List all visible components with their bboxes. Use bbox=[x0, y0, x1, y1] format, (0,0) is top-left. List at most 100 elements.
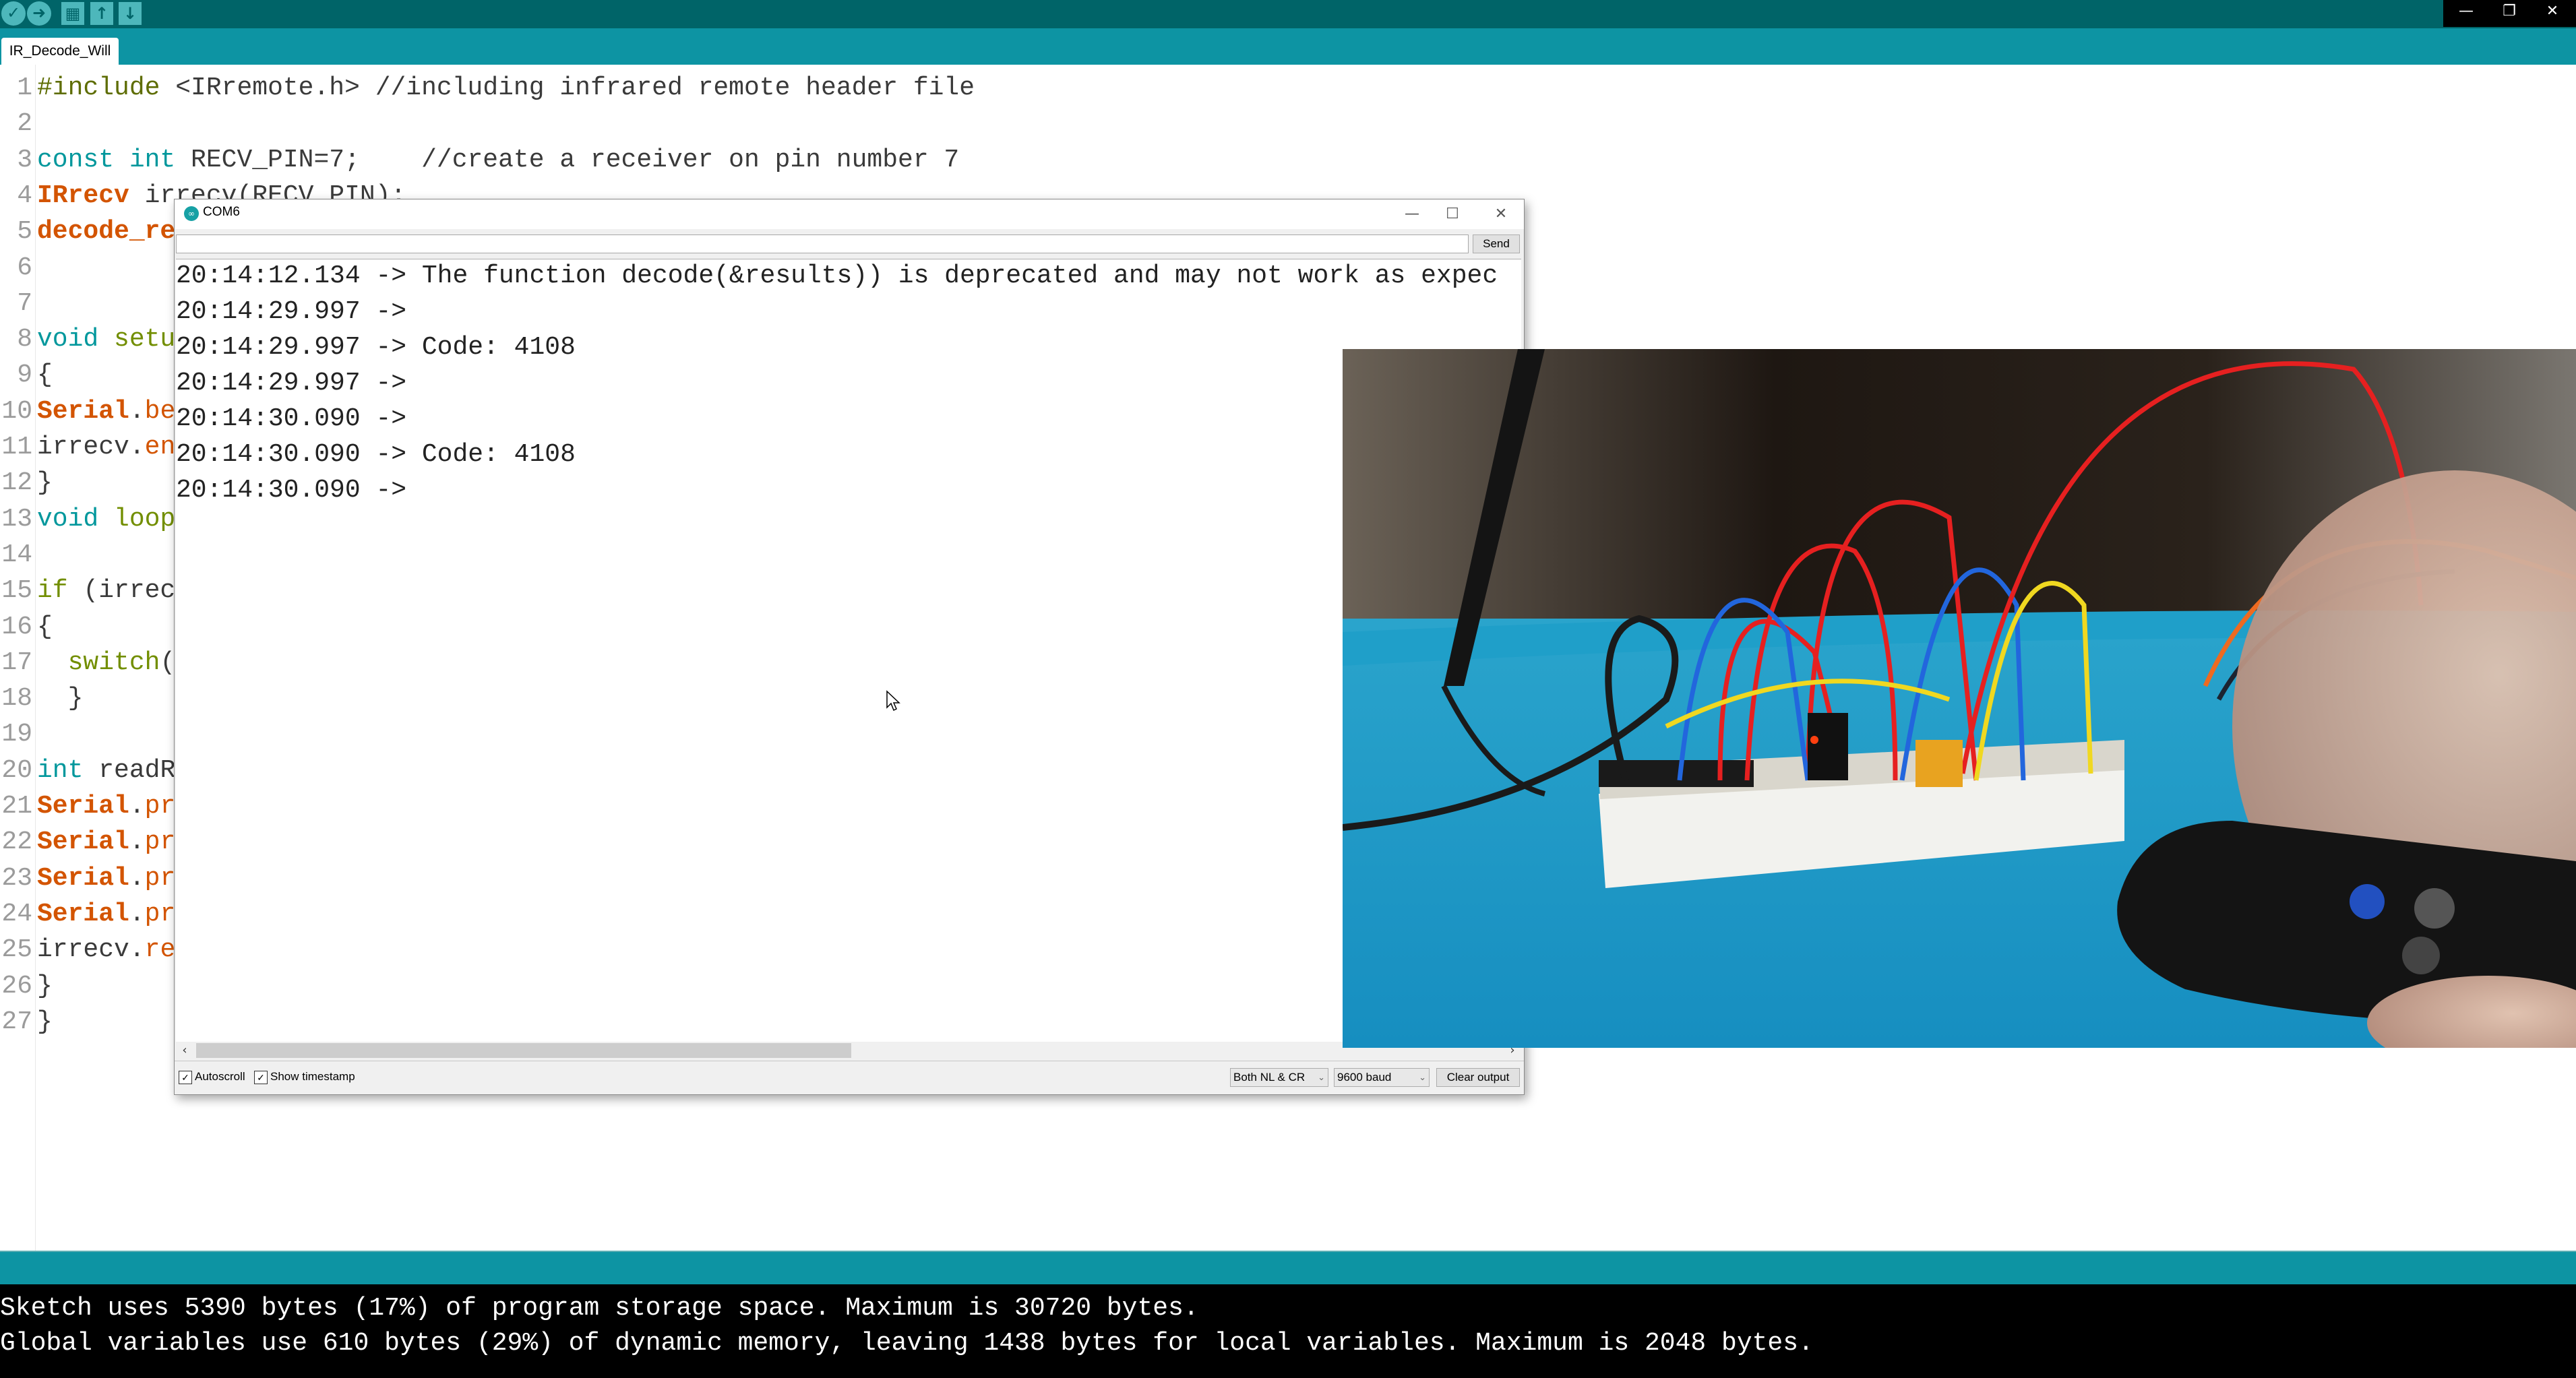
code-token: { bbox=[37, 612, 53, 641]
serial-title-bar[interactable]: ∞ COM6 — ☐ ✕ bbox=[175, 199, 1524, 229]
check-icon: ✓ bbox=[6, 3, 21, 22]
serial-output-line: 20:14:29.997 -> Code: 4108 bbox=[176, 333, 576, 362]
checkmark-icon: ✓ bbox=[254, 1070, 268, 1084]
code-token: RECV_PIN=7; //create a receiver on pin n… bbox=[175, 145, 960, 175]
code-token: irrecv. bbox=[37, 935, 145, 965]
code-token: } bbox=[37, 1007, 53, 1036]
serial-close-button[interactable]: ✕ bbox=[1481, 202, 1521, 226]
code-token: loop bbox=[98, 504, 176, 534]
new-sketch-button[interactable]: ▦ bbox=[61, 2, 84, 25]
code-token: Serial bbox=[37, 792, 129, 821]
line-number: 13 bbox=[1, 504, 32, 534]
code-token: #include bbox=[37, 73, 160, 102]
restore-icon[interactable]: ❐ bbox=[2488, 0, 2531, 27]
serial-minimize-button[interactable]: — bbox=[1392, 202, 1432, 226]
verify-button[interactable]: ✓ bbox=[1, 1, 26, 26]
code-text: Serial.be bbox=[37, 394, 175, 429]
window-controls: — ❐ ✕ bbox=[2443, 0, 2576, 27]
video-overlay-photo bbox=[1343, 349, 2576, 1048]
line-number: 21 bbox=[1, 792, 32, 821]
line-number: 4 bbox=[17, 181, 32, 210]
code-token: void bbox=[37, 325, 99, 354]
open-button[interactable]: ↑ bbox=[90, 2, 113, 25]
code-token: const int bbox=[37, 145, 176, 175]
line-ending-select[interactable]: Both NL & CR ⌄ bbox=[1230, 1068, 1328, 1087]
code-text: } bbox=[37, 1004, 53, 1040]
code-text: decode_re bbox=[37, 214, 175, 249]
maximize-icon: ☐ bbox=[1446, 206, 1459, 222]
upload-button[interactable]: ➜ bbox=[27, 1, 51, 26]
close-icon: ✕ bbox=[1494, 206, 1508, 222]
line-number: 17 bbox=[1, 648, 32, 677]
serial-output-line: 20:14:30.090 -> bbox=[176, 404, 422, 433]
code-token: } bbox=[37, 468, 53, 498]
checkmark-icon: ✓ bbox=[179, 1070, 192, 1084]
serial-output-line: 20:14:29.997 -> bbox=[176, 297, 422, 326]
code-token: ( bbox=[160, 648, 176, 677]
line-number: 6 bbox=[17, 253, 32, 282]
code-token: <IRremote.h> //including infrared remote… bbox=[160, 73, 975, 102]
serial-output: 20:14:12.134 -> The function decode(&res… bbox=[176, 259, 1521, 1042]
code-text: switch( bbox=[37, 645, 176, 681]
tab-ir-decode-will[interactable]: IR_Decode_Will bbox=[1, 38, 119, 65]
line-ending-value: Both NL & CR bbox=[1233, 1071, 1306, 1084]
code-token: pr bbox=[144, 792, 176, 821]
arrow-down-icon: ↓ bbox=[123, 4, 137, 23]
code-token: . bbox=[129, 899, 145, 929]
code-token: Serial bbox=[37, 827, 129, 857]
line-number: 9 bbox=[17, 361, 32, 390]
code-token: be bbox=[144, 396, 176, 426]
console-line: Global variables use 610 bytes (29%) of … bbox=[0, 1329, 1814, 1358]
line-number: 1 bbox=[17, 73, 32, 102]
code-text: Serial.pr bbox=[37, 824, 175, 860]
code-token: if bbox=[37, 576, 68, 606]
code-text: { bbox=[37, 609, 53, 645]
serial-output-line: 20:14:30.090 -> bbox=[176, 476, 422, 505]
code-token: int bbox=[37, 755, 84, 785]
code-text: Serial.pr bbox=[37, 788, 175, 824]
breadboard-photo bbox=[1343, 349, 2576, 1048]
save-button[interactable]: ↓ bbox=[119, 2, 142, 25]
code-text: } bbox=[37, 465, 53, 501]
autoscroll-label: Autoscroll bbox=[195, 1070, 245, 1083]
code-text: int readR bbox=[37, 753, 175, 788]
show-timestamp-checkbox[interactable]: ✓ Show timestamp bbox=[254, 1068, 355, 1086]
close-icon[interactable]: ✕ bbox=[2531, 0, 2574, 27]
chevron-down-icon: ⌄ bbox=[1419, 1072, 1426, 1082]
line-number: 16 bbox=[1, 612, 32, 641]
line-number: 10 bbox=[1, 396, 32, 426]
send-button[interactable]: Send bbox=[1473, 234, 1520, 253]
code-token: . bbox=[129, 863, 145, 893]
line-number: 22 bbox=[1, 827, 32, 857]
serial-send-input[interactable] bbox=[176, 234, 1469, 253]
autoscroll-checkbox[interactable]: ✓ Autoscroll bbox=[179, 1068, 245, 1086]
code-token: void bbox=[37, 504, 99, 534]
line-number: 15 bbox=[1, 576, 32, 606]
clear-output-button[interactable]: Clear output bbox=[1436, 1068, 1520, 1087]
code-token: pr bbox=[144, 899, 176, 929]
code-text: void setu bbox=[37, 321, 175, 357]
scrollbar-thumb[interactable] bbox=[196, 1043, 851, 1058]
code-text: Serial.pr bbox=[37, 860, 175, 896]
minimize-icon[interactable]: — bbox=[2445, 0, 2488, 27]
code-text: if (irrec bbox=[37, 573, 175, 608]
baud-rate-select[interactable]: 9600 baud ⌄ bbox=[1334, 1068, 1430, 1087]
line-number: 26 bbox=[1, 971, 32, 1001]
line-number: 8 bbox=[17, 325, 32, 354]
line-number: 2 bbox=[17, 109, 32, 139]
code-token: Serial bbox=[37, 396, 129, 426]
toolbar: ✓ ➜ ▦ ↑ ↓ — ❐ ✕ bbox=[0, 0, 2576, 28]
chevron-down-icon: ⌄ bbox=[1318, 1072, 1325, 1082]
code-token: pr bbox=[144, 863, 176, 893]
horizontal-scrollbar[interactable]: ‹ › bbox=[176, 1042, 1521, 1059]
line-number: 14 bbox=[1, 540, 32, 569]
serial-maximize-button[interactable]: ☐ bbox=[1432, 202, 1473, 226]
code-token: switch bbox=[37, 648, 160, 677]
show-timestamp-label: Show timestamp bbox=[270, 1070, 355, 1083]
code-token: readR bbox=[83, 755, 176, 785]
tab-bar: IR_Decode_Will bbox=[0, 28, 2576, 65]
code-token: IRrecv bbox=[37, 181, 129, 210]
output-console: Sketch uses 5390 bytes (17%) of program … bbox=[0, 1284, 2576, 1378]
code-text: { bbox=[37, 357, 53, 393]
scroll-left-icon[interactable]: ‹ bbox=[176, 1042, 193, 1059]
